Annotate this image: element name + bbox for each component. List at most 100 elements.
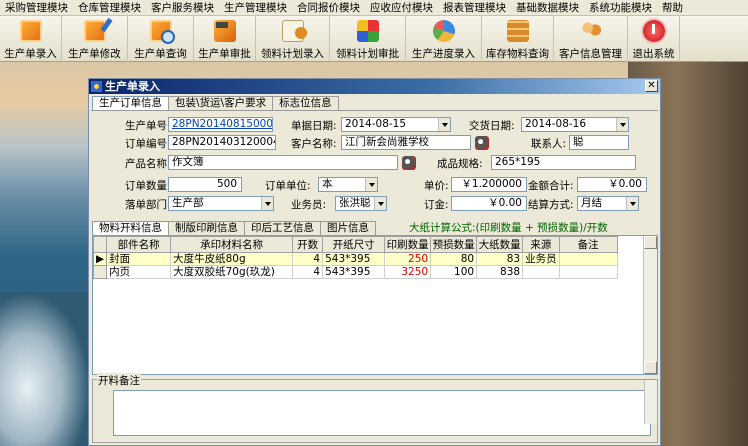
- menu-purchase[interactable]: 采购管理模块: [0, 0, 73, 15]
- toolbar-progress-entry-button[interactable]: 生产进度录入: [406, 16, 482, 62]
- deposit-field[interactable]: ￥0.00: [451, 196, 527, 211]
- row-indicator[interactable]: [93, 265, 108, 279]
- toolbar-order-approve-button[interactable]: 生产单审批: [194, 16, 256, 62]
- tab-printing[interactable]: 制版印刷信息: [168, 221, 245, 235]
- contact-field[interactable]: 聪: [569, 135, 629, 150]
- order-no-field[interactable]: 28PN201408150001: [168, 117, 273, 132]
- date-field[interactable]: 2014-08-15: [341, 117, 451, 132]
- tab-flags[interactable]: 标志位信息: [272, 96, 339, 110]
- material-grid: 部件名称 承印材料名称 开数 开纸尺寸 印刷数量 预损数量 大纸数量 来源 备注…: [92, 235, 658, 375]
- toolbar-material-plan-approve-button[interactable]: 领料计划审批: [330, 16, 406, 62]
- date-value: 2014-08-15: [345, 118, 407, 130]
- window-titlebar[interactable]: 生产单录入 ✕: [89, 79, 660, 94]
- sales-field[interactable]: 张洪聪: [335, 196, 387, 211]
- qty-field[interactable]: 500: [168, 177, 242, 192]
- dept-value: 生产部: [172, 197, 204, 209]
- table-cell[interactable]: 大度牛皮纸80g: [170, 252, 294, 266]
- table-cell[interactable]: 4: [292, 252, 324, 266]
- table-row[interactable]: 内页 大度双胶纸70g(玖龙) 4 543*395 3250 100 838: [93, 265, 618, 279]
- product-picker-icon[interactable]: [402, 156, 416, 170]
- toolbar-inventory-search-button[interactable]: 库存物料查询: [482, 16, 554, 62]
- table-cell[interactable]: 内页: [106, 265, 172, 279]
- menu-finance[interactable]: 应收应付模块: [365, 0, 438, 15]
- settle-field[interactable]: 月结: [577, 196, 639, 211]
- tab-material[interactable]: 物料开料信息: [92, 221, 169, 236]
- cutting-notes-input[interactable]: [113, 390, 651, 436]
- table-row[interactable]: ▶ 封面 大度牛皮纸80g 4 543*395 250 80 83 业务员: [93, 252, 618, 266]
- deposit-label: 订金:: [424, 199, 449, 211]
- table-cell[interactable]: 838: [476, 265, 524, 279]
- table-cell[interactable]: [522, 265, 560, 279]
- table-cell[interactable]: 4: [292, 265, 324, 279]
- column-header[interactable]: 开数: [292, 236, 324, 253]
- menu-warehouse[interactable]: 仓库管理模块: [73, 0, 146, 15]
- chevron-down-icon[interactable]: [616, 118, 628, 131]
- column-header[interactable]: 大纸数量: [476, 236, 524, 253]
- notes-scrollbar[interactable]: [644, 380, 657, 424]
- tab-images[interactable]: 图片信息: [320, 221, 376, 235]
- menu-reports[interactable]: 报表管理模块: [438, 0, 511, 15]
- grid-scrollbar[interactable]: [643, 236, 657, 374]
- table-cell[interactable]: 80: [430, 252, 478, 266]
- menu-basic-data[interactable]: 基础数据模块: [511, 0, 584, 15]
- table-cell[interactable]: 封面: [106, 252, 172, 266]
- column-header[interactable]: 来源: [522, 236, 560, 253]
- close-icon[interactable]: ✕: [645, 80, 658, 92]
- toolbar-order-entry-button[interactable]: 生产单录入: [0, 16, 62, 62]
- table-cell[interactable]: 543*395: [322, 252, 386, 266]
- table-cell[interactable]: [558, 265, 618, 279]
- table-cell[interactable]: 83: [476, 252, 524, 266]
- column-header[interactable]: 承印材料名称: [170, 236, 294, 253]
- column-header[interactable]: 印刷数量: [384, 236, 432, 253]
- chevron-down-icon[interactable]: [626, 197, 638, 210]
- exit-icon: [642, 20, 665, 42]
- menu-help[interactable]: 帮助: [657, 0, 688, 15]
- chevron-down-icon[interactable]: [438, 118, 450, 131]
- chevron-down-icon[interactable]: [261, 197, 273, 210]
- unit-field[interactable]: 本: [318, 177, 378, 192]
- sales-label: 业务员:: [291, 199, 327, 211]
- table-cell[interactable]: 大度双胶纸70g(玖龙): [170, 265, 294, 279]
- spec-field[interactable]: 265*195: [491, 155, 636, 170]
- price-field[interactable]: ￥1.200000: [451, 177, 527, 192]
- tab-order-info[interactable]: 生产订单信息: [92, 96, 169, 111]
- toolbar-order-edit-button[interactable]: 生产单修改: [62, 16, 128, 62]
- chevron-down-icon[interactable]: [365, 178, 377, 191]
- menu-system[interactable]: 系统功能模块: [584, 0, 657, 15]
- column-header[interactable]: 备注: [558, 236, 618, 253]
- scroll-down-icon[interactable]: [644, 361, 657, 374]
- unit-value: 本: [322, 178, 333, 190]
- column-header[interactable]: 部件名称: [106, 236, 172, 253]
- toolbar-exit-button[interactable]: 退出系统: [628, 16, 680, 62]
- row-indicator[interactable]: ▶: [93, 252, 108, 266]
- tab-packaging[interactable]: 包装\货运\客户要求: [168, 96, 274, 110]
- spec-label: 成品规格:: [437, 158, 483, 170]
- material-table: 部件名称 承印材料名称 开数 开纸尺寸 印刷数量 预损数量 大纸数量 来源 备注…: [93, 236, 618, 279]
- menu-customer-service[interactable]: 客户服务模块: [146, 0, 219, 15]
- column-header[interactable]: 预损数量: [430, 236, 478, 253]
- dept-field[interactable]: 生产部: [168, 196, 274, 211]
- total-field[interactable]: ￥0.00: [577, 177, 647, 192]
- table-cell[interactable]: 543*395: [322, 265, 386, 279]
- table-cell[interactable]: 3250: [384, 265, 432, 279]
- table-cell[interactable]: 250: [384, 252, 432, 266]
- date-label: 单据日期:: [291, 120, 337, 132]
- table-cell[interactable]: 业务员: [522, 252, 560, 266]
- table-cell[interactable]: [558, 252, 618, 266]
- price-label: 单价:: [424, 180, 449, 192]
- toolbar-customer-info-button[interactable]: 客户信息管理: [554, 16, 628, 62]
- menu-contract[interactable]: 合同报价模块: [292, 0, 365, 15]
- tab-post-process[interactable]: 印后工艺信息: [244, 221, 321, 235]
- toolbar-order-search-button[interactable]: 生产单查询: [128, 16, 194, 62]
- delivery-field[interactable]: 2014-08-16: [521, 117, 629, 132]
- customer-field[interactable]: 江门新会尚雅学校: [341, 135, 471, 150]
- table-cell[interactable]: 100: [430, 265, 478, 279]
- column-header[interactable]: 开纸尺寸: [322, 236, 386, 253]
- toolbar-material-plan-entry-button[interactable]: 领料计划录入: [256, 16, 330, 62]
- product-field[interactable]: 作文簿: [168, 155, 398, 170]
- customer-picker-icon[interactable]: [475, 136, 489, 150]
- menu-production[interactable]: 生产管理模块: [219, 0, 292, 15]
- po-field[interactable]: 28PN201403120004: [168, 135, 276, 150]
- scroll-up-icon[interactable]: [644, 236, 657, 249]
- chevron-down-icon[interactable]: [374, 197, 386, 210]
